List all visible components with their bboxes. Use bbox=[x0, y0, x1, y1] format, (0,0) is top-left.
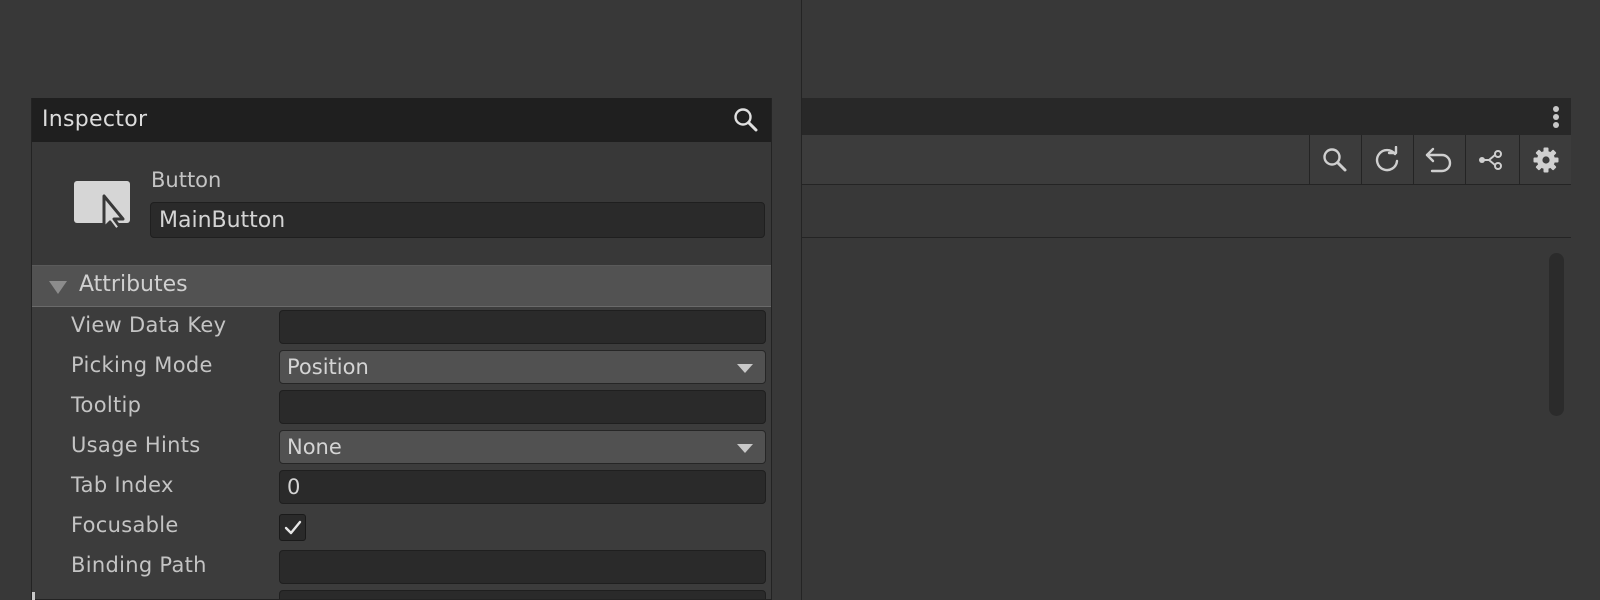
row-picking-mode: Picking Mode Position bbox=[32, 347, 771, 387]
checkmark-icon bbox=[284, 520, 301, 534]
right-panel-toolbar bbox=[802, 135, 1571, 185]
tooltip-label: Tooltip bbox=[71, 393, 142, 417]
search-icon bbox=[734, 108, 758, 132]
inspector-panel: Inspector Button MainButton Attributes V… bbox=[31, 98, 772, 600]
refresh-icon bbox=[1375, 145, 1399, 171]
settings-button[interactable] bbox=[1519, 135, 1572, 184]
tab-index-label: Tab Index bbox=[71, 473, 174, 497]
more-options-icon[interactable] bbox=[1549, 104, 1563, 130]
search-button[interactable] bbox=[1309, 135, 1360, 184]
usage-hints-label: Usage Hints bbox=[71, 433, 201, 457]
button-element-icon bbox=[73, 180, 133, 236]
row-tab-index: Tab Index 0 bbox=[32, 467, 771, 507]
branch-icon bbox=[1479, 149, 1502, 170]
attributes-label: Attributes bbox=[79, 272, 188, 297]
chevron-down-icon bbox=[737, 364, 753, 373]
focusable-checkbox[interactable] bbox=[279, 514, 306, 541]
foldout-expanded-icon bbox=[49, 281, 67, 294]
picking-mode-dropdown[interactable]: Position bbox=[279, 350, 766, 384]
inspector-search-button[interactable] bbox=[733, 107, 759, 137]
right-panel-header bbox=[802, 98, 1571, 135]
vertical-scrollbar[interactable] bbox=[1549, 253, 1564, 416]
row-focusable: Focusable bbox=[32, 507, 771, 547]
row-view-data-key: View Data Key bbox=[32, 307, 771, 347]
branch-button[interactable] bbox=[1465, 135, 1516, 184]
partial-field[interactable] bbox=[279, 590, 766, 599]
right-panel-content bbox=[802, 238, 1571, 600]
view-data-key-field[interactable] bbox=[279, 310, 766, 344]
tab-index-field[interactable]: 0 bbox=[279, 470, 766, 504]
picking-mode-label: Picking Mode bbox=[71, 353, 213, 377]
chevron-down-icon bbox=[737, 444, 753, 453]
element-name-field[interactable]: MainButton bbox=[150, 202, 765, 238]
picking-mode-value: Position bbox=[287, 355, 369, 379]
row-binding-path: Binding Path bbox=[32, 547, 771, 587]
binding-path-label: Binding Path bbox=[71, 553, 207, 577]
row-tooltip: Tooltip bbox=[32, 387, 771, 427]
usage-hints-dropdown[interactable]: None bbox=[279, 430, 766, 464]
right-panel-subbar bbox=[802, 185, 1571, 238]
row-usage-hints: Usage Hints None bbox=[32, 427, 771, 467]
element-type-label: Button bbox=[151, 168, 222, 192]
inspector-title-bar: Inspector bbox=[32, 98, 771, 142]
search-icon bbox=[1323, 147, 1347, 171]
focusable-label: Focusable bbox=[71, 513, 179, 537]
gear-icon bbox=[1533, 147, 1559, 172]
inspector-title: Inspector bbox=[42, 107, 148, 132]
binding-path-field[interactable] bbox=[279, 550, 766, 584]
row-partial bbox=[32, 587, 771, 599]
usage-hints-value: None bbox=[287, 435, 342, 459]
tooltip-field[interactable] bbox=[279, 390, 766, 424]
resize-handle[interactable] bbox=[32, 592, 35, 600]
element-header: Button MainButton bbox=[32, 142, 771, 266]
attributes-foldout[interactable]: Attributes bbox=[32, 266, 771, 307]
undo-icon bbox=[1425, 147, 1452, 172]
view-data-key-label: View Data Key bbox=[71, 313, 227, 337]
refresh-button[interactable] bbox=[1361, 135, 1412, 184]
undo-button[interactable] bbox=[1413, 135, 1464, 184]
